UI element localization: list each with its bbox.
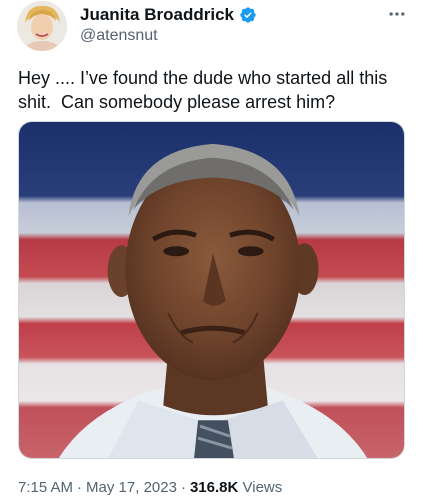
tweet-meta: 7:15 AM · May 17, 2023 · 316.8K Views <box>18 479 282 496</box>
author-name-row: Juanita Broaddrick <box>80 5 257 25</box>
tweet-card: Juanita Broaddrick @atensnut Hey .... I’… <box>0 0 423 500</box>
display-name[interactable]: Juanita Broaddrick <box>80 5 234 25</box>
avatar-image <box>17 1 67 51</box>
tweet-time[interactable]: 7:15 AM <box>18 479 73 496</box>
tweet-text: Hey .... I’ve found the dude who started… <box>18 68 393 112</box>
verified-badge-icon <box>239 6 257 24</box>
author-handle[interactable]: @atensnut <box>80 27 158 45</box>
tweet-date[interactable]: May 17, 2023 <box>86 479 177 496</box>
meta-separator: · <box>77 479 83 496</box>
views-count: 316.8K <box>189 479 239 496</box>
photo-image <box>19 122 404 458</box>
avatar[interactable] <box>17 1 67 51</box>
more-options-button[interactable] <box>385 2 409 26</box>
meta-separator: · <box>180 479 186 496</box>
more-dots-icon <box>389 12 405 16</box>
tweet-photo[interactable] <box>18 121 405 459</box>
views-label: Views <box>242 479 283 496</box>
